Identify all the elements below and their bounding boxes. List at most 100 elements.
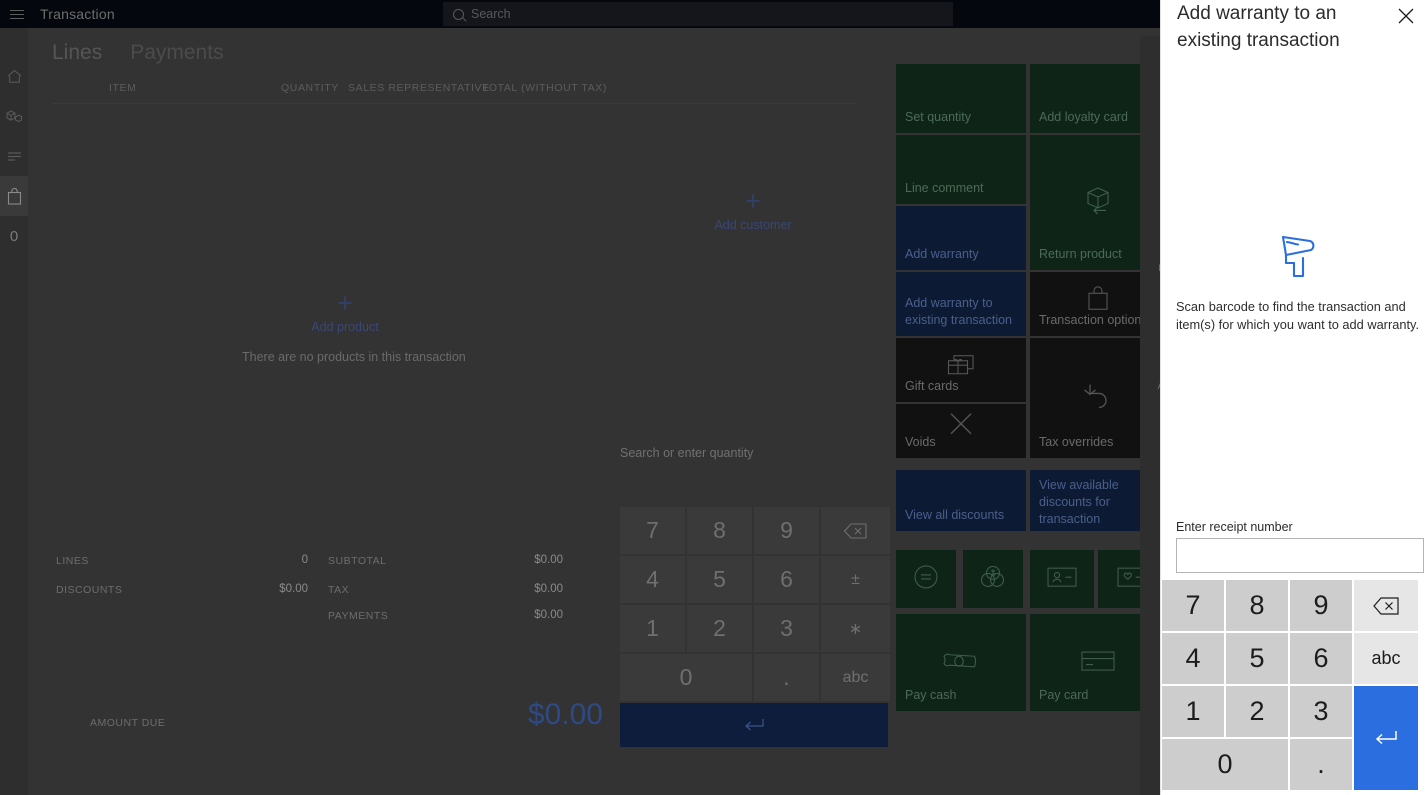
column-header-quantity: QUANTITY <box>281 82 339 94</box>
tile-add-warranty-existing-transaction[interactable]: Add warranty to existing transaction <box>896 272 1026 336</box>
tile-label: Set quantity <box>905 110 972 124</box>
tile-view-all-discounts[interactable]: View all discounts <box>896 470 1026 531</box>
sidebar-item-lines[interactable] <box>0 136 28 176</box>
lines-label: LINES <box>56 555 89 567</box>
plus-icon: + <box>745 186 761 216</box>
receipt-number-label: Enter receipt number <box>1176 520 1293 534</box>
flyout-title: Add warranty to an existing transaction <box>1177 3 1340 51</box>
flyout-numpad-key-8[interactable]: 8 <box>1226 580 1288 631</box>
numpad-key-6[interactable]: 6 <box>754 556 819 603</box>
empty-transaction-message: There are no products in this transactio… <box>242 350 466 364</box>
left-rail: 0 <box>0 28 28 795</box>
flyout-numpad-abc-button[interactable]: abc <box>1354 633 1418 684</box>
numpad-key-decimal[interactable]: . <box>754 654 819 701</box>
cash-icon <box>896 650 1026 672</box>
tile-line-comment[interactable]: Line comment <box>896 135 1026 204</box>
tile-loyalty-card[interactable] <box>1030 550 1094 608</box>
flyout-numpad-key-3[interactable]: 3 <box>1290 686 1352 737</box>
numpad-key-0[interactable]: 0 <box>620 654 752 701</box>
search-icon <box>453 8 464 20</box>
tile-set-quantity[interactable]: Set quantity <box>896 64 1026 133</box>
flyout-numpad: 7 8 9 4 5 6 abc 1 2 3 0 . <box>1162 580 1428 790</box>
scanner-instruction: Scan barcode to find the transaction and… <box>1176 299 1419 332</box>
loyalty-card-icon <box>1030 566 1094 589</box>
flyout-numpad-key-7[interactable]: 7 <box>1162 580 1224 631</box>
numpad-backspace-button[interactable] <box>821 507 890 554</box>
flyout-numpad-key-4[interactable]: 4 <box>1162 633 1224 684</box>
tab-lines[interactable]: Lines <box>52 41 102 65</box>
lines-value: 0 <box>301 554 308 566</box>
numpad-enter-button[interactable] <box>620 703 888 747</box>
add-product-button[interactable]: + Add product <box>280 288 410 335</box>
subtotal-value: $0.00 <box>534 554 563 566</box>
search-quantity-input[interactable]: Search or enter quantity <box>620 446 753 460</box>
search-input[interactable]: Search <box>443 2 953 26</box>
payments-value: $0.00 <box>534 609 563 621</box>
search-placeholder: Search <box>471 7 511 21</box>
flyout-numpad-key-0[interactable]: 0 <box>1162 739 1288 790</box>
flyout-numpad-backspace-button[interactable] <box>1354 580 1418 631</box>
transaction-tabs: Lines Payments <box>52 41 224 65</box>
amount-due-value: $0.00 <box>527 698 603 731</box>
numpad-key-2[interactable]: 2 <box>687 605 752 652</box>
tile-label: Line comment <box>905 181 984 195</box>
totals-icon <box>896 564 956 590</box>
numpad-key-4[interactable]: 4 <box>620 556 685 603</box>
tile-voids[interactable]: Voids <box>896 404 1026 458</box>
flyout-numpad-key-6[interactable]: 6 <box>1290 633 1352 684</box>
flyout-numpad-key-5[interactable]: 5 <box>1226 633 1288 684</box>
add-product-label: Add product <box>311 320 379 334</box>
numpad-key-3[interactable]: 3 <box>754 605 819 652</box>
discounts-value: $0.00 <box>279 583 308 595</box>
numpad-key-5[interactable]: 5 <box>687 556 752 603</box>
flyout-numpad-key-decimal[interactable]: . <box>1290 739 1352 790</box>
payments-label: PAYMENTS <box>328 610 389 622</box>
main-numpad: 7 8 9 4 5 6 ± 1 2 3 ∗ 0 . abc <box>620 507 890 747</box>
tile-label: Add warranty <box>905 247 979 261</box>
numpad-key-9[interactable]: 9 <box>754 507 819 554</box>
tile-coins[interactable] <box>963 550 1023 608</box>
numpad-plusminus-button[interactable]: ± <box>821 556 890 603</box>
add-customer-label: Add customer <box>714 218 792 232</box>
gift-card-icon <box>896 353 1026 377</box>
sidebar-item-cart[interactable] <box>0 176 28 216</box>
tile-label: Pay cash <box>905 688 957 702</box>
tab-payments[interactable]: Payments <box>130 41 223 65</box>
close-x-icon <box>896 411 1026 437</box>
numpad-asterisk-button[interactable]: ∗ <box>821 605 890 652</box>
receipt-number-input[interactable] <box>1176 538 1424 573</box>
tile-gift-cards[interactable]: Gift cards <box>896 338 1026 402</box>
app-title: Transaction <box>40 6 115 22</box>
subtotal-label: SUBTOTAL <box>328 555 387 567</box>
add-warranty-flyout: Add warranty to an existing transaction … <box>1160 0 1428 795</box>
numpad-key-7[interactable]: 7 <box>620 507 685 554</box>
column-header-total: TOTAL (WITHOUT TAX) <box>482 82 607 94</box>
sidebar-item-count[interactable]: 0 <box>0 216 28 256</box>
sidebar-item-home[interactable] <box>0 56 28 96</box>
tax-value: $0.00 <box>534 583 563 595</box>
plus-icon: + <box>337 288 353 318</box>
tile-label: View all discounts <box>905 508 1005 522</box>
amount-due-label: AMOUNT DUE <box>90 717 166 729</box>
tile-add-warranty[interactable]: Add warranty <box>896 206 1026 270</box>
numpad-key-1[interactable]: 1 <box>620 605 685 652</box>
tile-label: Gift cards <box>905 379 959 393</box>
tile-pay-cash[interactable]: Pay cash <box>896 614 1026 711</box>
pos-screen: Transaction Search 0 Lines Payments ITEM… <box>0 0 1428 795</box>
flyout-numpad-key-9[interactable]: 9 <box>1290 580 1352 631</box>
tax-label: TAX <box>328 584 350 596</box>
close-icon[interactable] <box>1392 2 1420 30</box>
flyout-numpad-key-1[interactable]: 1 <box>1162 686 1224 737</box>
barcode-scanner-icon <box>1161 232 1428 280</box>
numpad-key-8[interactable]: 8 <box>687 507 752 554</box>
flyout-numpad-enter-button[interactable] <box>1354 686 1418 790</box>
discounts-label: DISCOUNTS <box>56 584 123 596</box>
add-customer-button[interactable]: + Add customer <box>688 186 818 233</box>
sidebar-item-products[interactable] <box>0 96 28 136</box>
numpad-abc-button[interactable]: abc <box>821 654 890 701</box>
hamburger-icon[interactable] <box>0 0 34 28</box>
tile-totals[interactable] <box>896 550 956 608</box>
flyout-numpad-key-2[interactable]: 2 <box>1226 686 1288 737</box>
lines-grid-header: ITEM QUANTITY SALES REPRESENTATIVE TOTAL… <box>52 78 857 104</box>
column-header-item: ITEM <box>109 82 137 94</box>
